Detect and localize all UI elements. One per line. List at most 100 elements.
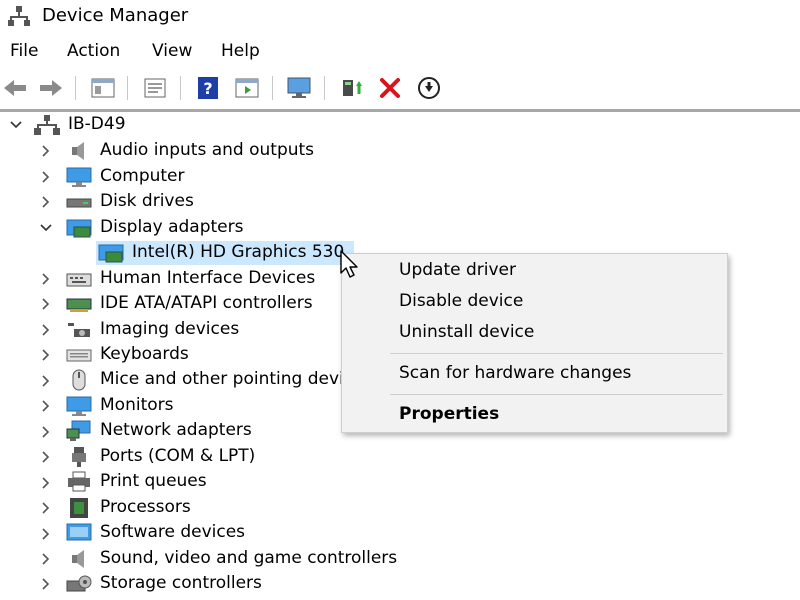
context-separator [390,394,723,395]
chevron-right-icon[interactable] [39,144,53,158]
disk-drive-icon [66,198,92,208]
mouse-cursor-icon [340,250,358,278]
help-button[interactable]: ? [195,75,221,101]
chevron-right-icon[interactable] [39,374,53,388]
mouse-icon [72,369,86,391]
port-connector-icon [72,447,86,467]
tree-item-computer[interactable]: Computer [100,166,185,186]
tree-item-hid[interactable]: Human Interface Devices [100,268,315,288]
tree-item-network[interactable]: Network adapters [100,420,252,440]
toolbar-separator [272,76,273,100]
menu-help[interactable]: Help [221,41,260,61]
hid-keyboard-icon [66,273,92,287]
chevron-right-icon[interactable] [39,195,53,209]
forward-button[interactable] [38,75,64,101]
show-hide-console-button[interactable] [90,75,116,101]
tree-item-disk-drives[interactable]: Disk drives [100,191,194,211]
forward-arrow-icon [40,80,62,96]
software-device-icon [66,523,92,541]
back-arrow-icon [4,80,26,96]
toolbar-separator [180,76,181,100]
tree-item-print-queues[interactable]: Print queues [100,471,207,491]
chevron-down-icon[interactable] [39,221,53,235]
chevron-right-icon[interactable] [39,348,53,362]
tree-root-label[interactable]: IB-D49 [68,114,126,134]
tree-item-storage[interactable]: Storage controllers [100,573,262,593]
update-driver-icon [343,80,362,96]
printer-icon [68,471,90,492]
network-adapter-icon [66,420,91,441]
display-adapter-icon [66,219,92,238]
download-icon [418,77,440,99]
menu-file[interactable]: File [10,41,38,61]
chevron-right-icon[interactable] [39,577,53,591]
tree-item-display-adapters[interactable]: Display adapters [100,217,243,237]
computer-icon [66,167,92,187]
chevron-down-icon[interactable] [9,118,23,132]
tree-item-sound[interactable]: Sound, video and game controllers [100,548,397,568]
camera-icon [68,323,90,337]
properties-button[interactable] [142,75,168,101]
menu-action[interactable]: Action [67,41,120,61]
context-uninstall-device[interactable]: Uninstall device [399,322,534,342]
action-pane-button[interactable] [234,75,260,101]
monitor-scan-icon [287,77,311,98]
svg-text:?: ? [203,79,212,98]
tree-item-keyboards[interactable]: Keyboards [100,344,189,364]
tree-item-mice[interactable]: Mice and other pointing devices [100,369,372,389]
tree-item-audio[interactable]: Audio inputs and outputs [100,140,314,160]
toolbar-separator [75,76,76,100]
window-title: Device Manager [42,5,189,26]
chevron-right-icon[interactable] [39,527,53,541]
chevron-right-icon[interactable] [39,272,53,286]
monitor-icon [66,396,92,416]
title-bar: Device Manager [0,0,800,34]
chevron-right-icon[interactable] [39,476,53,490]
keyboard-icon [66,349,92,362]
tree-item-ports[interactable]: Ports (COM & LPT) [100,446,255,466]
storage-controller-icon [66,575,92,592]
chevron-right-icon[interactable] [39,399,53,413]
context-separator [390,353,723,354]
speaker-icon [72,142,84,160]
toolbar-separator [324,76,325,100]
tree-item-imaging[interactable]: Imaging devices [100,319,239,339]
chevron-right-icon[interactable] [39,170,53,184]
chevron-right-icon[interactable] [39,501,53,515]
computer-root-icon [34,115,60,135]
show-hide-console-icon [91,78,115,98]
help-icon: ? [198,77,218,99]
chevron-right-icon[interactable] [39,297,53,311]
tree-item-processors[interactable]: Processors [100,497,191,517]
action-pane-icon [235,78,259,98]
ide-controller-icon [66,298,92,312]
context-menu: Update driver Disable device Uninstall d… [341,253,728,433]
speaker-icon [72,550,84,568]
uninstall-x-icon [380,78,400,98]
chevron-right-icon[interactable] [39,425,53,439]
tree-item-intel-hd-graphics[interactable]: Intel(R) HD Graphics 530 [132,242,344,262]
tree-item-ide[interactable]: IDE ATA/ATAPI controllers [100,293,313,313]
uninstall-button[interactable] [377,75,403,101]
chevron-right-icon[interactable] [39,450,53,464]
device-manager-icon [8,6,30,26]
graphics-card-icon [98,244,124,263]
menu-bar: File Action View Help [0,38,800,66]
update-driver-button[interactable] [339,75,365,101]
back-button[interactable] [2,75,28,101]
toolbar-divider [0,109,800,112]
chevron-right-icon[interactable] [39,552,53,566]
download-button[interactable] [416,75,442,101]
context-disable-device[interactable]: Disable device [399,291,523,311]
scan-hardware-button[interactable] [286,75,312,101]
chevron-right-icon[interactable] [39,323,53,337]
context-update-driver[interactable]: Update driver [399,260,516,280]
properties-sheet-icon [144,78,166,98]
tree-item-software-devices[interactable]: Software devices [100,522,245,542]
tree-item-monitors[interactable]: Monitors [100,395,173,415]
context-scan-hardware[interactable]: Scan for hardware changes [399,363,631,383]
toolbar-separator [127,76,128,100]
context-properties[interactable]: Properties [399,404,499,424]
menu-view[interactable]: View [152,41,192,61]
toolbar: ? [0,70,800,106]
